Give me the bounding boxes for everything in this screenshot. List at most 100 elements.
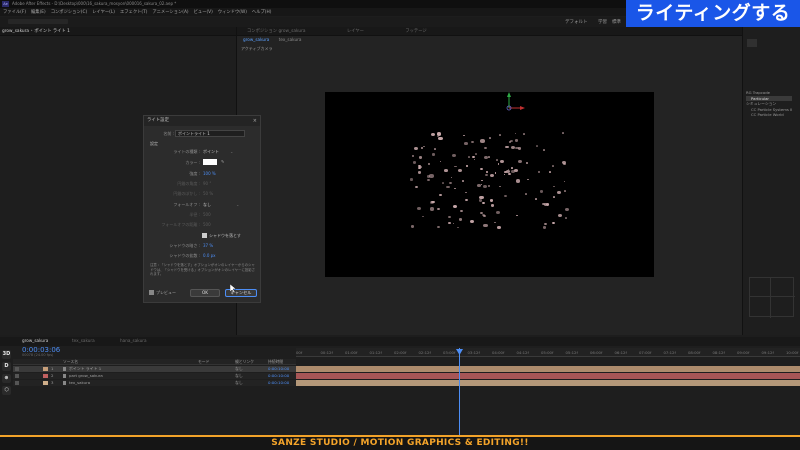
source-name-header[interactable]: ソース名 [63,359,78,365]
menu-item[interactable]: ビュー(V) [194,9,213,15]
layer-parent[interactable]: なし [235,373,243,379]
sakura-petal [563,189,567,192]
falloff-select[interactable]: なし [203,202,211,208]
layer-number: 1 [51,366,54,371]
tab-composition[interactable]: コンポジション grow_sakura [247,29,306,34]
cone-feather-label: 円錐のぼかし : [173,191,200,196]
layer-name[interactable]: tex_sakura [69,380,90,386]
tab-timeline-hana[interactable]: hana_sakura [120,338,147,343]
menu-item[interactable]: アニメーション(A) [152,9,188,15]
side-tool-icon[interactable]: ⊕ [2,374,11,383]
menu-item[interactable]: エフェクト(T) [120,9,147,15]
side-tool-icon[interactable]: 3D [2,350,11,359]
layer-duration[interactable]: 0:00:10:00 [268,380,289,386]
layer-parent[interactable]: なし [235,366,243,372]
sakura-petal [490,204,495,207]
menu-item[interactable]: 編集(E) [31,9,46,15]
tab-grow-sakura[interactable]: grow_sakura [2,29,29,34]
tab-footage[interactable]: フッテージ [405,29,426,34]
close-icon[interactable]: × [253,118,257,124]
workspace-standard[interactable]: 標準 [612,19,621,25]
cone-angle-label: 円錐の角度 : [177,181,200,186]
side-tool-icon[interactable]: ⬡ [2,386,11,395]
menu-item[interactable]: コンポジション(C) [51,9,87,15]
sakura-petal [495,210,500,215]
side-tool-icon[interactable]: D [2,362,11,371]
playhead[interactable] [459,348,460,435]
subtab-tex-sakura[interactable]: tex_sakura [279,37,302,42]
layer-duration-bar[interactable] [296,380,800,386]
sakura-petal [419,156,423,159]
layer-duration[interactable]: 0:00:10:00 [268,366,289,372]
layer-duration-bar[interactable] [296,373,800,379]
ruler-tick-label: 08:00f [688,350,701,355]
menu-item[interactable]: ウィンドウ(W) [218,9,247,15]
timeline-tabs: grow_sakura tex_sakura hana_sakura [0,337,800,346]
chevron-down-icon[interactable]: ⌄ [230,149,233,154]
tab-timeline-tex[interactable]: tex_sakura [72,338,95,343]
sakura-petal [488,185,491,187]
layer-name[interactable]: part grow_sakura [69,373,103,379]
tab-point-light[interactable]: ポイント ライト 1 [34,29,70,34]
label-color-swatch[interactable] [43,367,48,371]
sakura-petal [510,167,514,170]
sakura-petal [553,185,555,188]
layer-row[interactable]: 2 part grow_sakura なし 0:00:10:00 [13,373,296,379]
composition-viewer[interactable] [325,92,654,277]
sakura-petal [423,145,425,148]
name-input[interactable]: ポイントライト 1 [175,130,245,137]
parent-header[interactable]: 親とリンク [235,359,254,365]
ruler-tick-label: 10:00f [786,350,799,355]
tool-icons-strip[interactable] [8,19,68,24]
sakura-petal [430,207,435,211]
sakura-petal [436,135,439,137]
sakura-petal [454,187,457,190]
eye-icon[interactable] [15,381,19,385]
sakura-petal [508,172,512,176]
sakura-petal [499,185,501,188]
eyedropper-icon[interactable]: ✎ [221,159,224,164]
shadow-diffusion-value[interactable]: 0.0 px [203,253,216,258]
tab-layer[interactable]: レイヤー [347,29,364,34]
layer-row[interactable]: 3 tex_sakura なし 0:00:10:00 [13,380,296,386]
title-banner: ライティングする [626,0,800,27]
sakura-petal [483,223,488,228]
sakura-petal [490,174,495,178]
eye-icon[interactable] [15,367,19,371]
menu-item[interactable]: レイヤー(L) [92,9,115,15]
sakura-petal [452,222,455,225]
light-type-select[interactable]: ポイント [203,149,219,155]
ok-button[interactable]: OK [190,289,220,297]
workspace-learn[interactable]: 学習 [598,19,607,25]
3d-gizmo-icon[interactable] [503,92,527,118]
shadow-darkness-value[interactable]: 37 % [203,243,213,248]
label-color-swatch[interactable] [43,381,48,385]
menu-item[interactable]: ファイル(F) [3,9,26,15]
time-ruler[interactable]: 00f 00:12f 01:00f 01:12f 02:00f 02:12f 03:00f 0… [296,348,800,357]
workspace-default[interactable]: デフォルト [565,19,588,25]
layer-duration-bar[interactable] [296,366,800,372]
casts-shadows-checkbox[interactable] [202,233,207,238]
duration-header[interactable]: 持続時間 [268,359,283,365]
tab-timeline-grow[interactable]: grow_sakura [22,338,48,343]
sakura-petal [544,222,548,225]
mode-header[interactable]: モード [198,359,209,365]
light-type-label: ライトの種類 : [173,149,200,154]
color-swatch[interactable] [203,159,217,165]
menu-item[interactable]: ヘルプ(H) [252,9,271,15]
intensity-value[interactable]: 100 % [203,171,216,176]
preview-icon[interactable] [747,39,757,47]
layer-row[interactable]: 1 ポイント ライト 1 なし 0:00:10:00 [13,366,296,372]
layer-parent[interactable]: なし [235,380,243,386]
subtab-grow-sakura[interactable]: grow_sakura [243,37,269,42]
align-grid-widget[interactable] [749,277,795,318]
preview-checkbox[interactable] [149,290,154,295]
sakura-petal [486,171,488,173]
sakura-petal [452,154,456,158]
effects-item[interactable]: CC Particle World [746,112,792,118]
chevron-down-icon[interactable]: ⌄ [236,202,239,207]
label-color-swatch[interactable] [43,374,48,378]
layer-name[interactable]: ポイント ライト 1 [69,366,101,372]
layer-duration[interactable]: 0:00:10:00 [268,373,289,379]
eye-icon[interactable] [15,374,19,378]
